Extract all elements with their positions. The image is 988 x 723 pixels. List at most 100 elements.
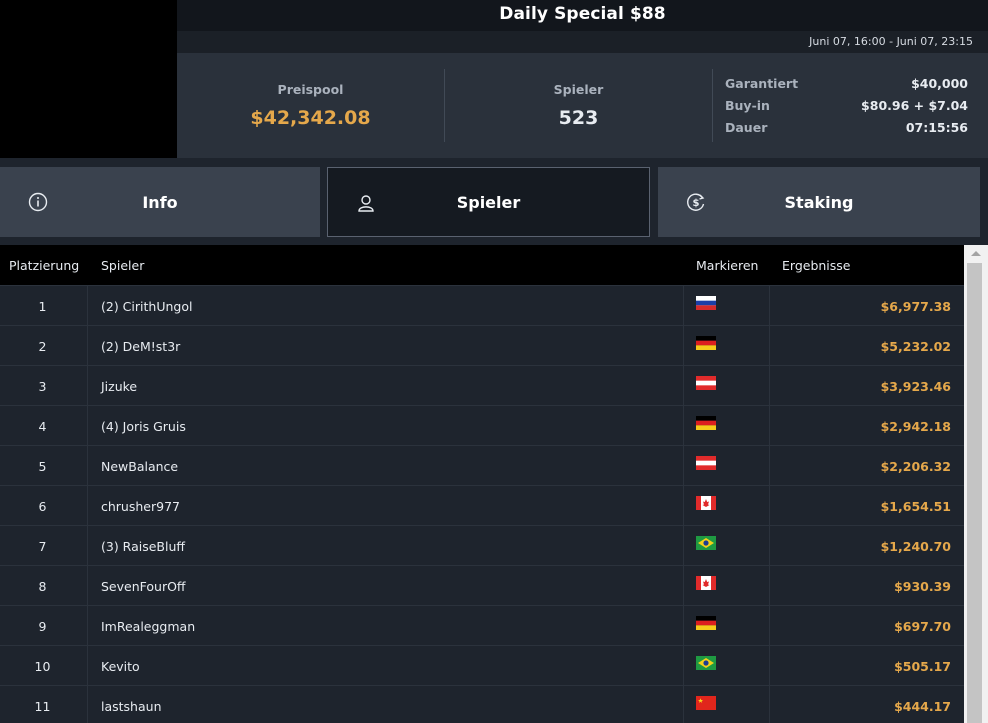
player-name[interactable]: (2) CirithUngol: [101, 299, 192, 314]
dollar-cycle-icon: $: [687, 193, 705, 211]
table-row[interactable]: 3 Jizuke $3,923.46: [0, 365, 964, 405]
result-cell: $5,232.02: [880, 339, 951, 354]
table-row[interactable]: 4 (4) Joris Gruis $2,942.18: [0, 405, 964, 445]
stats-panel: Preispool $42,342.08 Spieler 523 Garanti…: [177, 53, 988, 158]
result-cell: $505.17: [894, 659, 951, 674]
column-divider: [683, 486, 684, 525]
column-divider: [87, 686, 88, 723]
column-divider: [87, 526, 88, 565]
tab-staking[interactable]: $ Staking: [658, 167, 980, 237]
header-results[interactable]: Ergebnisse: [782, 258, 851, 273]
column-divider: [769, 366, 770, 405]
details-list: Garantiert $40,000 Buy-in $80.96 + $7.04…: [725, 76, 968, 142]
table-row[interactable]: 9 ImRealeggman $697.70: [0, 605, 964, 645]
result-cell: $1,240.70: [880, 539, 951, 554]
rank-cell: 8: [38, 579, 47, 594]
date-row: Juni 07, 16:00 - Juni 07, 23:15: [177, 31, 988, 53]
column-divider: [769, 326, 770, 365]
result-cell: $444.17: [894, 699, 951, 714]
player-name[interactable]: (3) RaiseBluff: [101, 539, 185, 554]
column-divider: [87, 366, 88, 405]
table-row[interactable]: 7 (3) RaiseBluff $1,240.70: [0, 525, 964, 565]
header-rank[interactable]: Platzierung: [9, 258, 79, 273]
column-divider: [683, 646, 684, 685]
user-icon: [358, 195, 374, 212]
result-cell: $6,977.38: [880, 299, 951, 314]
column-divider: [683, 606, 684, 645]
player-name[interactable]: (4) Joris Gruis: [101, 419, 186, 434]
table-row[interactable]: 11 lastshaun $444.17: [0, 685, 964, 723]
column-divider: [683, 446, 684, 485]
result-cell: $3,923.46: [880, 379, 951, 394]
column-divider: [769, 526, 770, 565]
player-name[interactable]: lastshaun: [101, 699, 162, 714]
rank-cell: 4: [38, 419, 47, 434]
austria-flag-icon: [696, 376, 716, 390]
rank-cell: 2: [38, 339, 47, 354]
rank-cell: 5: [38, 459, 47, 474]
rank-cell: 6: [38, 499, 47, 514]
column-divider: [769, 686, 770, 723]
player-name[interactable]: chrusher977: [101, 499, 180, 514]
column-divider: [769, 566, 770, 605]
player-name[interactable]: SevenFourOff: [101, 579, 186, 594]
column-divider: [87, 446, 88, 485]
column-divider: [769, 646, 770, 685]
table-row[interactable]: 5 NewBalance $2,206.32: [0, 445, 964, 485]
column-divider: [87, 566, 88, 605]
table-row[interactable]: 1 (2) CirithUngol $6,977.38: [0, 285, 964, 325]
player-name[interactable]: NewBalance: [101, 459, 178, 474]
canada-flag-icon: [696, 576, 716, 590]
tab-info[interactable]: Info: [0, 167, 320, 237]
info-icon: [28, 192, 48, 212]
players-stat: Spieler 523: [445, 53, 712, 158]
canada-flag-icon: [696, 496, 716, 510]
scrollbar[interactable]: [964, 245, 988, 723]
table-row[interactable]: 6 chrusher977 $1,654.51: [0, 485, 964, 525]
column-divider: [683, 686, 684, 723]
detail-value: $40,000: [911, 76, 968, 91]
tab-players[interactable]: Spieler: [327, 167, 650, 237]
result-cell: $697.70: [894, 619, 951, 634]
results-table: Platzierung Spieler Markieren Ergebnisse…: [0, 245, 964, 723]
result-cell: $1,654.51: [880, 499, 951, 514]
column-divider: [683, 566, 684, 605]
table-row[interactable]: 8 SevenFourOff $930.39: [0, 565, 964, 605]
tab-label: Staking: [784, 192, 854, 212]
austria-flag-icon: [696, 456, 716, 470]
player-name[interactable]: (2) DeM!st3r: [101, 339, 180, 354]
column-divider: [769, 486, 770, 525]
china-flag-icon: [696, 696, 716, 710]
column-divider: [769, 406, 770, 445]
detail-value: 07:15:56: [905, 120, 968, 135]
table-row[interactable]: 2 (2) DeM!st3r $5,232.02: [0, 325, 964, 365]
column-divider: [683, 286, 684, 325]
detail-duration: Dauer 07:15:56: [725, 120, 968, 142]
column-divider: [683, 526, 684, 565]
table-body: 1 (2) CirithUngol $6,977.38 2 (2) DeM!st3r $5…: [0, 285, 964, 723]
rank-cell: 9: [38, 619, 47, 634]
detail-buyin: Buy-in $80.96 + $7.04: [725, 98, 968, 120]
table-row[interactable]: 10 Kevito $505.17: [0, 645, 964, 685]
player-name[interactable]: ImRealeggman: [101, 619, 195, 634]
rank-cell: 11: [34, 699, 51, 714]
brazil-flag-icon: [696, 536, 716, 550]
player-name[interactable]: Jizuke: [101, 379, 137, 394]
svg-text:$: $: [693, 198, 700, 209]
germany-flag-icon: [696, 416, 716, 430]
players-value: 523: [558, 107, 599, 129]
title-bar: Daily Special $88: [177, 0, 988, 31]
players-label: Spieler: [553, 82, 604, 97]
germany-flag-icon: [696, 336, 716, 350]
header-player[interactable]: Spieler: [101, 258, 144, 273]
player-name[interactable]: Kevito: [101, 659, 140, 674]
detail-label: Garantiert: [725, 76, 799, 91]
scroll-up-arrow-icon[interactable]: [964, 245, 988, 262]
brazil-flag-icon: [696, 656, 716, 670]
result-cell: $930.39: [894, 579, 951, 594]
column-divider: [769, 606, 770, 645]
scroll-thumb[interactable]: [967, 263, 982, 723]
header-flag[interactable]: Markieren: [696, 258, 758, 273]
prizepool-label: Preispool: [277, 82, 344, 97]
column-divider: [769, 286, 770, 325]
